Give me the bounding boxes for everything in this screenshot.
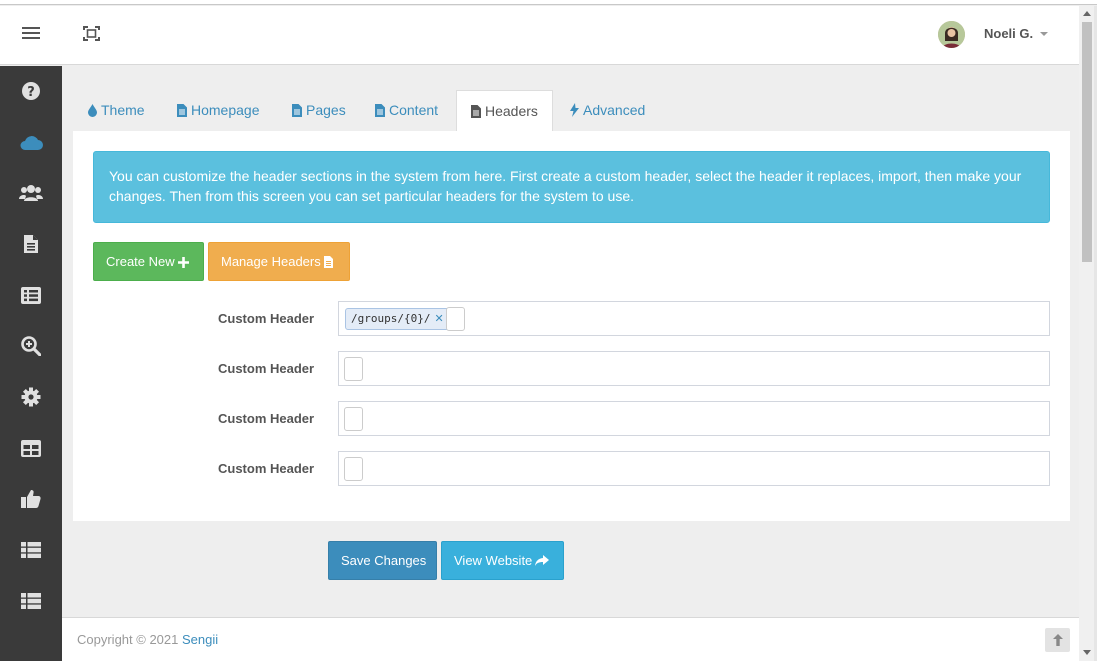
table-icon: [21, 439, 41, 457]
scroll-down-arrow-icon[interactable]: [1083, 650, 1091, 655]
header-tag: /groups/{0}/✕: [345, 308, 450, 330]
custom-header-input[interactable]: /groups/{0}/✕: [338, 301, 1050, 336]
back-to-top-button[interactable]: [1045, 628, 1070, 652]
create-new-button[interactable]: Create New: [93, 242, 204, 281]
brand-link[interactable]: Sengii: [182, 632, 218, 647]
cloud-icon: [20, 135, 43, 150]
scroll-up-arrow-icon[interactable]: [1083, 11, 1091, 16]
custom-header-label: Custom Header: [218, 311, 315, 326]
file-text-icon: [375, 104, 385, 117]
settings-tabs: Theme Homepage Pages Content Headers Adv…: [73, 90, 1070, 131]
thumbs-up-icon: [21, 490, 41, 508]
sidebar-item-files[interactable]: [0, 219, 62, 269]
tag-search-input[interactable]: [344, 357, 363, 381]
create-new-label: Create New: [106, 254, 175, 269]
sidebar-item-search[interactable]: [0, 321, 62, 371]
tab-label: Headers: [485, 103, 538, 119]
tag-search-input[interactable]: [446, 307, 465, 331]
menu-toggle-icon[interactable]: [22, 27, 40, 41]
tab-advanced[interactable]: Advanced: [570, 90, 645, 131]
custom-header-row: Custom Header: [73, 451, 1070, 487]
sidebar-item-cloud[interactable]: [0, 117, 62, 167]
tab-label: Content: [389, 102, 439, 118]
top-navbar: Noeli G.: [0, 6, 1079, 65]
arrow-up-icon: [1052, 634, 1063, 646]
header-tag-text: /groups/{0}/: [351, 312, 431, 325]
tab-pages[interactable]: Pages: [292, 90, 346, 131]
svg-text:?: ?: [27, 85, 35, 100]
list-icon: [21, 286, 41, 304]
tag-search-input[interactable]: [344, 407, 363, 431]
share-icon: [535, 555, 550, 566]
footer: Copyright © 2021 Sengii: [62, 617, 1079, 661]
custom-header-input[interactable]: [338, 351, 1050, 386]
scrollbar-thumb[interactable]: [1082, 22, 1092, 262]
sidebar-item-help[interactable]: ?: [0, 66, 62, 116]
custom-header-label: Custom Header: [218, 361, 315, 376]
file-icon: [24, 235, 38, 253]
users-icon: [19, 185, 43, 201]
tag-search-input[interactable]: [344, 457, 363, 481]
sidebar-item-users[interactable]: [0, 168, 62, 218]
sidebar-item-list[interactable]: [0, 270, 62, 320]
view-website-label: View Website: [454, 553, 533, 568]
gear-icon: [21, 387, 41, 407]
save-changes-button[interactable]: Save Changes: [328, 541, 437, 580]
page-scrollbar[interactable]: [1079, 6, 1094, 661]
save-changes-label: Save Changes: [341, 553, 427, 568]
tab-label: Pages: [306, 102, 346, 118]
file-text-icon: [323, 256, 333, 268]
plus-icon: [177, 257, 189, 268]
info-alert: You can customize the header sections in…: [93, 151, 1050, 223]
tab-label: Advanced: [583, 102, 646, 118]
sidebar-item-reports[interactable]: [0, 525, 62, 575]
headers-panel: You can customize the header sections in…: [73, 131, 1070, 521]
tab-label: Theme: [101, 102, 145, 118]
manage-headers-label: Manage Headers: [221, 254, 321, 269]
bolt-icon: [570, 103, 579, 117]
custom-header-row: Custom Header: [73, 401, 1070, 437]
th-list-icon: [21, 593, 41, 609]
fullscreen-icon[interactable]: [83, 26, 100, 41]
manage-headers-button[interactable]: Manage Headers: [208, 242, 350, 281]
custom-header-label: Custom Header: [218, 461, 315, 476]
copyright: Copyright © 2021 Sengii: [77, 632, 218, 647]
custom-header-label: Custom Header: [218, 411, 315, 426]
sidebar-item-settings[interactable]: [0, 372, 62, 422]
th-list-icon: [21, 542, 41, 558]
tab-label: Homepage: [191, 102, 260, 118]
question-icon: ?: [22, 82, 40, 100]
file-text-icon: [471, 105, 481, 118]
tint-icon: [88, 104, 97, 117]
tab-content[interactable]: Content: [375, 90, 438, 131]
avatar[interactable]: [938, 21, 965, 48]
chevron-down-icon[interactable]: [1040, 32, 1048, 36]
custom-header-row: Custom Header: [73, 351, 1070, 387]
tab-headers[interactable]: Headers: [456, 90, 553, 131]
sidebar-item-table[interactable]: [0, 423, 62, 473]
search-plus-icon: [21, 336, 41, 356]
tab-homepage[interactable]: Homepage: [177, 90, 260, 131]
remove-tag-icon[interactable]: ✕: [434, 312, 443, 325]
view-website-button[interactable]: View Website: [441, 541, 564, 580]
custom-header-input[interactable]: [338, 401, 1050, 436]
tab-theme[interactable]: Theme: [88, 90, 145, 131]
sidebar: ?: [0, 66, 62, 661]
file-text-icon: [177, 104, 187, 117]
window-top-edge: [0, 0, 1097, 5]
sidebar-item-feedback[interactable]: [0, 474, 62, 524]
user-menu[interactable]: Noeli G.: [984, 26, 1033, 41]
custom-header-input[interactable]: [338, 451, 1050, 486]
custom-header-row: Custom Header /groups/{0}/✕: [73, 301, 1070, 337]
file-text-icon: [292, 104, 302, 117]
sidebar-item-logs[interactable]: [0, 576, 62, 626]
copyright-text: Copyright © 2021: [77, 632, 179, 647]
